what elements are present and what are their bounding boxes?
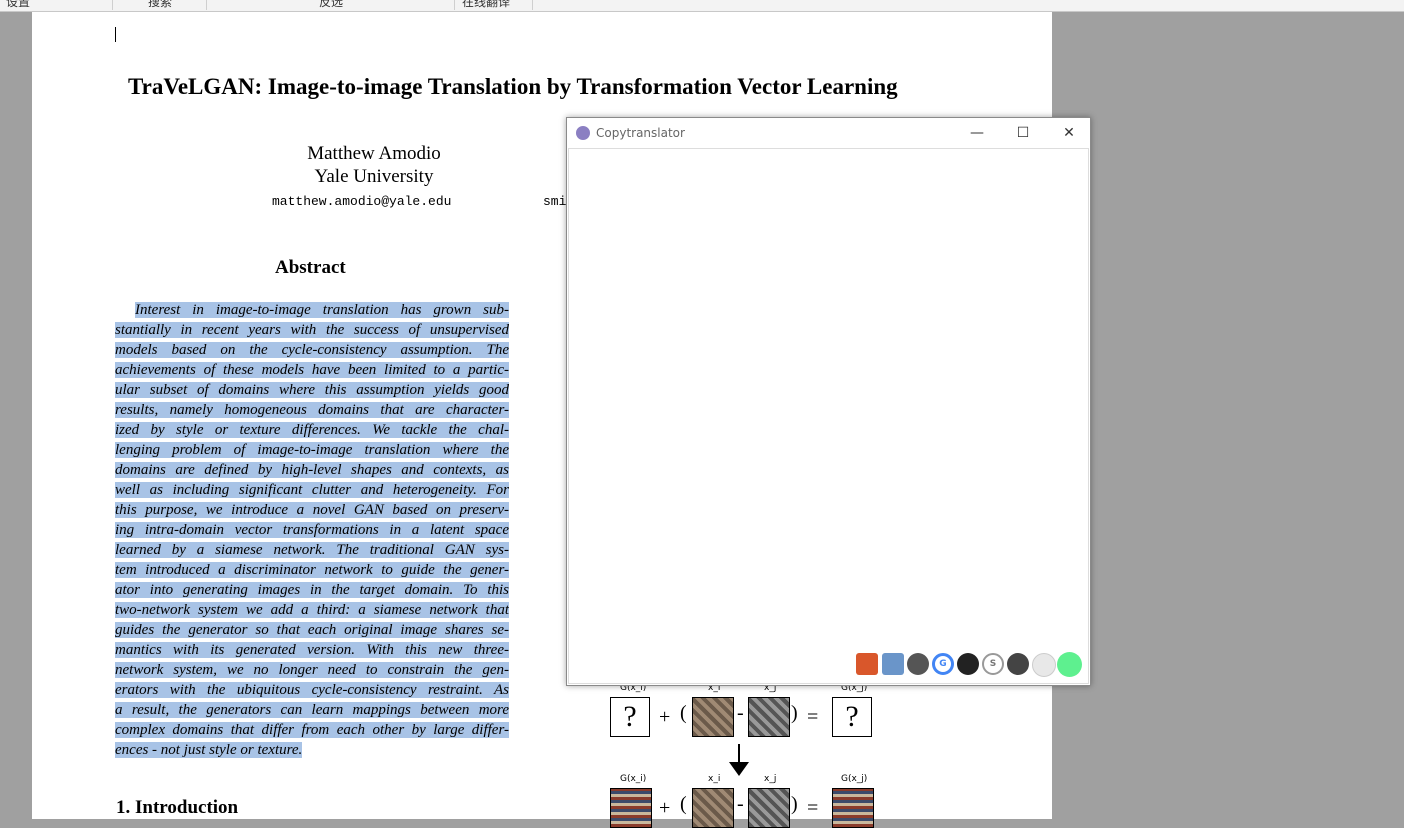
home-icon[interactable] bbox=[856, 653, 878, 675]
abstract-heading: Abstract bbox=[275, 257, 346, 278]
sogou-icon[interactable]: S bbox=[982, 653, 1004, 675]
engine-toolbar: G S bbox=[856, 652, 1084, 679]
abstract-line: domains are defined by high-level shapes… bbox=[115, 462, 509, 478]
tab-invert[interactable]: 反选 bbox=[208, 0, 455, 10]
abstract-line: ator into generating images in the targe… bbox=[115, 582, 509, 598]
minimize-button[interactable]: — bbox=[960, 122, 994, 144]
abstract-line: Interest in image-to-image translation h… bbox=[135, 302, 509, 318]
image-xi bbox=[692, 788, 734, 828]
abstract-text[interactable]: Interest in image-to-image translation h… bbox=[115, 301, 509, 761]
abstract-line: tem introduced a discriminator network t… bbox=[115, 562, 509, 578]
chat-icon[interactable] bbox=[1032, 653, 1056, 677]
docs-icon[interactable] bbox=[882, 653, 904, 675]
close-button[interactable]: ✕ bbox=[1052, 122, 1086, 144]
abstract-line: ing intra-domain vector transformations … bbox=[115, 522, 509, 538]
fig-label: G(x_i) bbox=[620, 774, 647, 784]
tab-online-translate[interactable]: 在线翻译 bbox=[456, 0, 533, 10]
abstract-line: ences - not just style or texture. bbox=[115, 742, 303, 758]
minus-sign: - bbox=[737, 793, 744, 815]
abstract-line: erators with the ubiquitous cycle-consis… bbox=[115, 682, 509, 698]
fig-label: x_j bbox=[764, 774, 777, 784]
minus-sign: - bbox=[737, 702, 744, 724]
viewer-toolbar: 设置 搜索 反选 在线翻译 bbox=[0, 0, 1404, 12]
generated-image-j bbox=[832, 788, 874, 828]
abstract-line: achievements of these models have been l… bbox=[115, 362, 509, 378]
tab-settings[interactable]: 设置 bbox=[0, 0, 113, 10]
text-cursor bbox=[115, 27, 116, 42]
abstract-line: network system, we no longer need to con… bbox=[115, 662, 509, 678]
tab-search[interactable]: 搜索 bbox=[114, 0, 207, 10]
question-box: ? bbox=[610, 697, 650, 737]
fig-label: G(x_j) bbox=[841, 774, 868, 784]
equals-sign: = bbox=[807, 797, 819, 819]
generated-image-i bbox=[610, 788, 652, 828]
abstract-line: this purpose, we introduce a novel GAN b… bbox=[115, 502, 509, 518]
plus-sign: + bbox=[659, 797, 671, 819]
abstract-line: a result, the generators can learn mappi… bbox=[115, 702, 509, 718]
youdao-icon[interactable] bbox=[957, 653, 979, 675]
abstract-line: models based on the cycle-consistency as… bbox=[115, 342, 509, 358]
abstract-line: guides the generator so that each origin… bbox=[115, 622, 509, 638]
introduction-heading: 1. Introduction bbox=[116, 797, 239, 818]
abstract-line: well as including significant clutter an… bbox=[115, 482, 509, 498]
abstract-line: results, namely homogeneous domains that… bbox=[115, 402, 509, 418]
image-xi bbox=[692, 697, 734, 737]
left-paren: ( bbox=[680, 702, 687, 724]
arrow-shaft bbox=[738, 744, 740, 764]
fig-label: x_i bbox=[708, 774, 721, 784]
author-affiliation: Yale University bbox=[314, 166, 434, 187]
abstract-line: mantics with its generated version. With… bbox=[115, 642, 509, 658]
abstract-line: stantially in recent years with the succ… bbox=[115, 322, 509, 338]
equals-sign: = bbox=[807, 706, 819, 728]
translation-area[interactable]: G S bbox=[568, 148, 1089, 684]
question-box: ? bbox=[832, 697, 872, 737]
author-name: Matthew Amodio bbox=[307, 143, 441, 164]
app-icon bbox=[576, 126, 590, 140]
abstract-line: two-network system we add a third: a sia… bbox=[115, 602, 509, 618]
paper-title: TraVeLGAN: Image-to-image Translation by… bbox=[128, 74, 898, 99]
baidu-paw-icon[interactable] bbox=[907, 653, 929, 675]
window-title: Copytranslator bbox=[596, 126, 685, 140]
arrow-down-icon bbox=[729, 762, 749, 776]
abstract-line: ular subset of domains where this assump… bbox=[115, 382, 509, 398]
status-dot-icon[interactable] bbox=[1057, 652, 1082, 677]
author-email: matthew.amodio@yale.edu bbox=[272, 194, 452, 209]
abstract-line: lenging problem of image-to-image transl… bbox=[115, 442, 509, 458]
google-icon[interactable]: G bbox=[932, 653, 954, 675]
left-paren: ( bbox=[680, 793, 687, 815]
copytranslator-window[interactable]: Copytranslator — ☐ ✕ G S bbox=[566, 117, 1091, 686]
second-author-email: smi bbox=[543, 194, 567, 209]
right-paren: ) bbox=[791, 793, 798, 815]
abstract-line: ized by style or texture differences. We… bbox=[115, 422, 509, 438]
caiyun-icon[interactable] bbox=[1007, 653, 1029, 675]
image-xj bbox=[748, 788, 790, 828]
right-paren: ) bbox=[791, 702, 798, 724]
window-titlebar[interactable]: Copytranslator — ☐ ✕ bbox=[567, 118, 1090, 148]
abstract-line: complex domains that differ from each ot… bbox=[115, 722, 509, 738]
image-xj bbox=[748, 697, 790, 737]
plus-sign: + bbox=[659, 706, 671, 728]
abstract-line: learned by a siamese network. The tradit… bbox=[115, 542, 509, 558]
maximize-button[interactable]: ☐ bbox=[1006, 122, 1040, 144]
